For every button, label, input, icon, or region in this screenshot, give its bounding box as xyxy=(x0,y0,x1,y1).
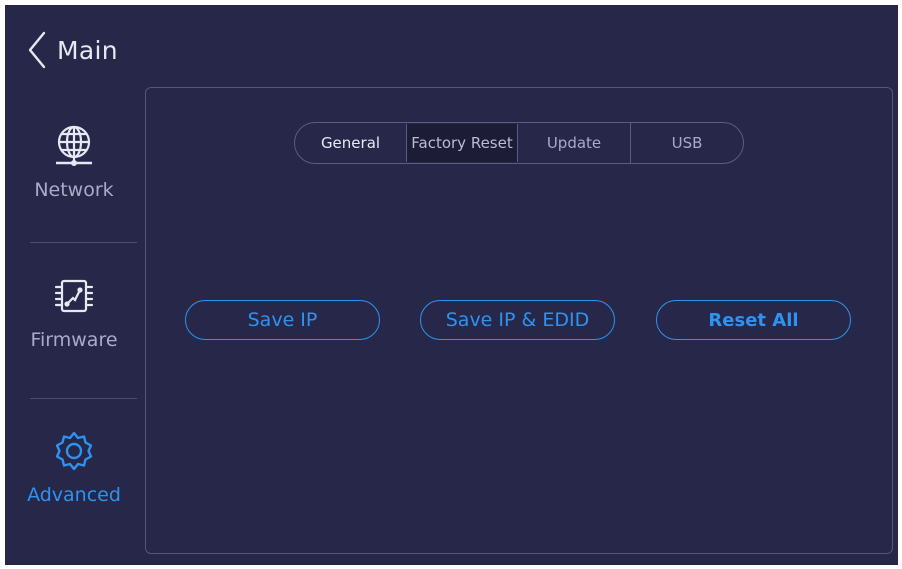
sidebar-item-advanced[interactable]: Advanced xyxy=(10,390,138,540)
chevron-left-icon xyxy=(28,31,46,69)
sidebar-item-label: Firmware xyxy=(30,329,118,351)
sidebar-item-firmware[interactable]: Firmware xyxy=(10,235,138,385)
chip-icon xyxy=(51,273,97,319)
content-panel: General Factory Reset Update USB Save IP… xyxy=(145,87,893,554)
tab-bar: General Factory Reset Update USB xyxy=(294,122,744,164)
save-ip-edid-button[interactable]: Save IP & EDID xyxy=(420,300,615,340)
screen: Main Network Firmware Advanced General F… xyxy=(5,5,898,565)
sidebar-item-network[interactable]: Network xyxy=(10,85,138,235)
back-button[interactable]: Main xyxy=(27,30,118,70)
tab-factory-reset[interactable]: Factory Reset xyxy=(406,124,518,162)
tab-usb[interactable]: USB xyxy=(631,123,743,163)
sidebar-item-label: Advanced xyxy=(27,484,121,506)
back-label: Main xyxy=(57,35,118,65)
gear-icon xyxy=(50,428,98,474)
tab-general[interactable]: General xyxy=(295,123,406,163)
sidebar-item-label: Network xyxy=(34,179,114,201)
tab-update[interactable]: Update xyxy=(518,123,631,163)
save-ip-button[interactable]: Save IP xyxy=(185,300,380,340)
reset-all-button[interactable]: Reset All xyxy=(656,300,851,340)
globe-network-icon xyxy=(50,123,98,169)
